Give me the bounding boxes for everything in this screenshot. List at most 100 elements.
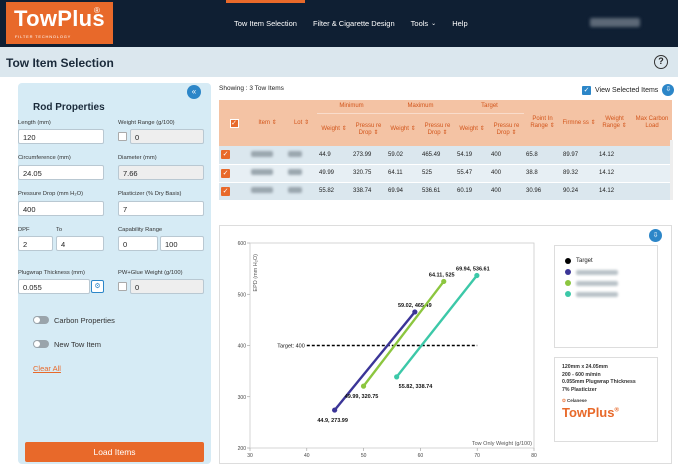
data-point <box>441 278 447 285</box>
sort-icon: ⇕ <box>590 119 596 126</box>
carbon-properties-toggle[interactable] <box>33 316 49 324</box>
col-item[interactable]: Item ⇕ <box>249 100 286 146</box>
col-max-carbon-load[interactable]: Max Carbon Load <box>632 100 672 146</box>
nav-tools[interactable]: Tools ⌄ <box>403 0 445 47</box>
weight-range-checkbox[interactable] <box>118 132 127 141</box>
col-max-weight[interactable]: Weight ⇕ <box>386 112 420 146</box>
x-tick-label: 60 <box>418 453 424 459</box>
sort-icon: ⇕ <box>271 119 277 126</box>
select-all-header[interactable]: ✓ <box>219 100 249 146</box>
load-items-button[interactable]: Load Items <box>25 442 204 462</box>
col-lot-label: Lot <box>293 119 303 126</box>
redacted-series-name <box>576 269 618 275</box>
sort-icon: ⇕ <box>442 129 448 136</box>
cell: 38.8 <box>524 164 562 183</box>
col-max-pressure-drop[interactable]: Pressu re Drop ⇕ <box>420 112 456 146</box>
conditions-info-box: 120mm x 24.05mm 200 - 600 m/min 0.055mm … <box>554 357 658 442</box>
row-select-cell[interactable]: ✓ <box>219 182 249 200</box>
new-tow-item-toggle[interactable] <box>33 340 49 348</box>
nav-help[interactable]: Help <box>444 0 475 47</box>
data-label: 64.11, 525 <box>429 272 455 278</box>
pw-glue-weight-input[interactable]: 0 <box>130 279 204 294</box>
col-group-target: Target <box>455 100 525 113</box>
pw-glue-checkbox[interactable] <box>118 282 127 291</box>
chevron-down-icon: ⌄ <box>431 21 437 27</box>
weight-range-label: Weight Range (g/100) <box>118 120 175 126</box>
weight-range-input[interactable]: 0 <box>130 129 204 144</box>
checkmark-icon[interactable]: ✓ <box>582 85 591 95</box>
cell: 55.47 <box>455 164 490 183</box>
row-select-cell[interactable]: ✓ <box>219 164 249 183</box>
chart-legend: Target <box>554 245 658 348</box>
select-all-checkbox[interactable]: ✓ <box>229 118 239 128</box>
col-min-weight-label: Weight <box>321 126 340 133</box>
col-target-pressure-drop[interactable]: Pressu re Drop ⇕ <box>489 112 525 146</box>
user-menu[interactable] <box>590 18 640 27</box>
table-scrollbar[interactable] <box>670 140 673 200</box>
length-label: Length (mm) <box>18 120 51 126</box>
capability-from-input[interactable]: 0 <box>118 236 158 251</box>
info-line: 200 - 600 m/min <box>562 371 601 378</box>
circumference-input[interactable]: 24.05 <box>18 165 104 180</box>
length-input[interactable]: 120 <box>18 129 104 144</box>
col-item-label: Item <box>258 119 270 126</box>
table-row[interactable]: ✓ 44.9 273.99 59.02 465.49 54.19 400 65.… <box>219 146 672 165</box>
pressure-drop-input[interactable]: 400 <box>18 201 104 216</box>
cell: 14.12 <box>597 182 633 200</box>
col-target-weight[interactable]: Weight ⇕ <box>455 112 490 146</box>
col-max-weight-label: Weight <box>390 126 409 133</box>
x-tick-label: 30 <box>247 453 253 459</box>
data-point <box>394 374 400 380</box>
y-tick-label: 500 <box>238 292 247 298</box>
help-icon[interactable]: ? <box>654 55 668 69</box>
col-firmness-label: Firmne ss <box>562 119 589 126</box>
row-checkbox[interactable]: ✓ <box>221 150 230 160</box>
col-firmness[interactable]: Firmne ss ⇕ <box>561 100 598 146</box>
nav-filter-cigarette-design[interactable]: Filter & Cigarette Design <box>305 0 403 47</box>
item-cell <box>249 146 286 165</box>
page-title: Tow Item Selection <box>6 56 114 70</box>
dpf-to-label: To <box>56 227 63 233</box>
plasticizer-input[interactable]: 7 <box>118 201 204 216</box>
nav-tow-item-selection[interactable]: Tow Item Selection <box>226 0 305 47</box>
sort-icon: ⇕ <box>373 129 379 136</box>
row-select-cell[interactable]: ✓ <box>219 146 249 165</box>
row-checkbox[interactable]: ✓ <box>221 186 230 196</box>
view-selected-items[interactable]: ✓ View Selected Items ⇩ <box>582 84 675 96</box>
plugwrap-input[interactable]: 0.055 <box>18 279 90 294</box>
info-line: 0.055mm Plugwrap Thickness <box>562 379 636 385</box>
x-tick-label: 40 <box>304 453 310 459</box>
legend-item-series-3 <box>565 291 618 297</box>
dpf-from-input[interactable]: 2 <box>18 236 53 251</box>
col-lot[interactable]: Lot ⇕ <box>286 100 317 146</box>
legend-dot <box>565 291 571 297</box>
col-min-weight[interactable]: Weight ⇕ <box>317 112 351 146</box>
info-line: 120mm x 24.05mm <box>562 364 608 370</box>
col-point-in-range[interactable]: Point In Range ⇕ <box>524 100 562 146</box>
y-tick-label: 200 <box>238 446 247 452</box>
y-tick-label: 300 <box>238 395 247 401</box>
clear-all-link[interactable]: Clear All <box>33 364 61 373</box>
towplus-logo[interactable]: TowPlus ® FILTER TECHNOLOGY <box>6 2 113 44</box>
dpf-to-input[interactable]: 4 <box>56 236 104 251</box>
logo-registered-mark: ® <box>94 6 100 15</box>
table-row[interactable]: ✓ 55.82 338.74 69.94 536.61 60.19 400 30… <box>219 182 672 200</box>
legend-dot <box>565 258 571 264</box>
download-icon[interactable]: ⇩ <box>649 229 662 242</box>
download-icon[interactable]: ⇩ <box>662 84 675 96</box>
redacted-series-name <box>576 291 618 297</box>
cell: 400 <box>489 146 525 165</box>
item-cell <box>249 164 286 183</box>
table-row[interactable]: ✓ 49.99 320.75 64.11 525 55.47 400 38.8 … <box>219 164 672 183</box>
data-label: 44.9, 273.99 <box>317 418 348 424</box>
capability-to-input[interactable]: 100 <box>160 236 204 251</box>
diameter-input[interactable]: 7.66 <box>118 165 204 180</box>
x-tick-label: 80 <box>531 453 537 459</box>
col-weight-range[interactable]: Weight Range ⇕ <box>597 100 633 146</box>
row-checkbox[interactable]: ✓ <box>221 168 230 178</box>
title-bar: Tow Item Selection ? <box>0 47 678 77</box>
col-max-carbon-label: Max Carbon Load <box>635 116 669 129</box>
col-min-pressure-drop[interactable]: Pressu re Drop ⇕ <box>351 112 386 146</box>
collapse-panel-icon[interactable]: « <box>187 85 201 99</box>
gear-icon[interactable]: ⚙ <box>91 280 104 293</box>
